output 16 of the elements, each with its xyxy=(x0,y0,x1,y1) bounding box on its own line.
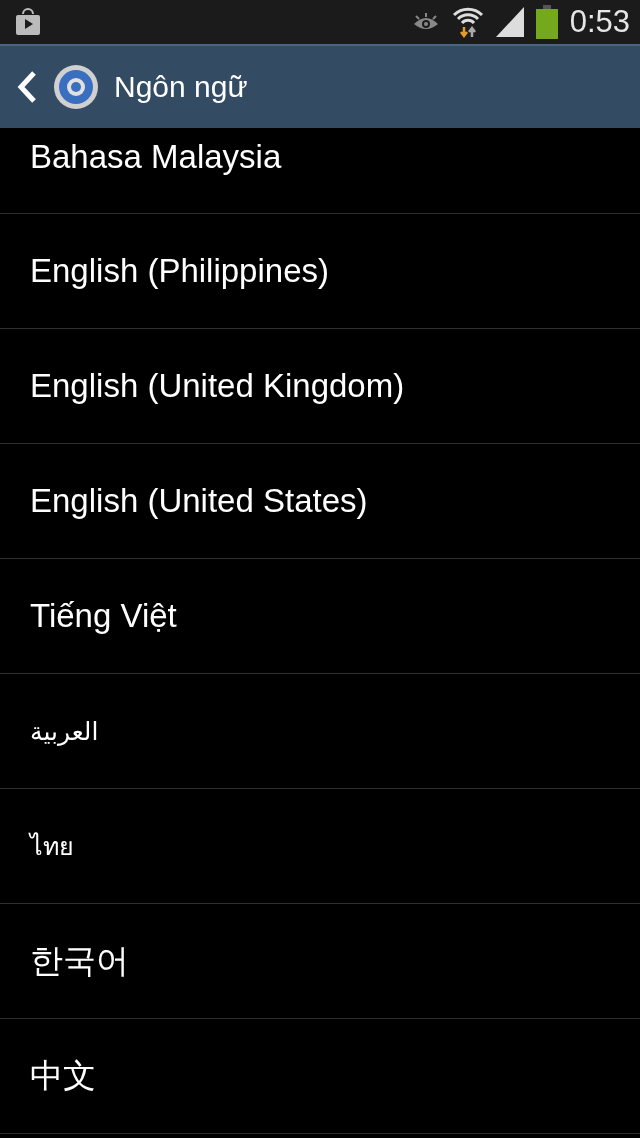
signal-icon xyxy=(495,7,524,37)
language-item[interactable]: العربية xyxy=(0,674,640,789)
language-item[interactable]: English (Philippines) xyxy=(0,214,640,329)
language-item[interactable]: Bahasa Malaysia xyxy=(0,128,640,214)
back-icon[interactable] xyxy=(16,70,38,104)
battery-icon xyxy=(535,5,558,39)
screen-title: Ngôn ngữ xyxy=(114,70,248,104)
language-item[interactable]: ไทย xyxy=(0,789,640,904)
wifi-icon xyxy=(451,5,484,39)
language-item[interactable]: English (United Kingdom) xyxy=(0,329,640,444)
language-item[interactable]: Tiếng Việt xyxy=(0,559,640,674)
language-item[interactable]: 한국어 xyxy=(0,904,640,1019)
language-item[interactable]: 中文 xyxy=(0,1019,640,1134)
play-store-icon xyxy=(14,8,42,36)
language-item[interactable]: English (United States) xyxy=(0,444,640,559)
clock-time: 0:53 xyxy=(569,4,630,40)
